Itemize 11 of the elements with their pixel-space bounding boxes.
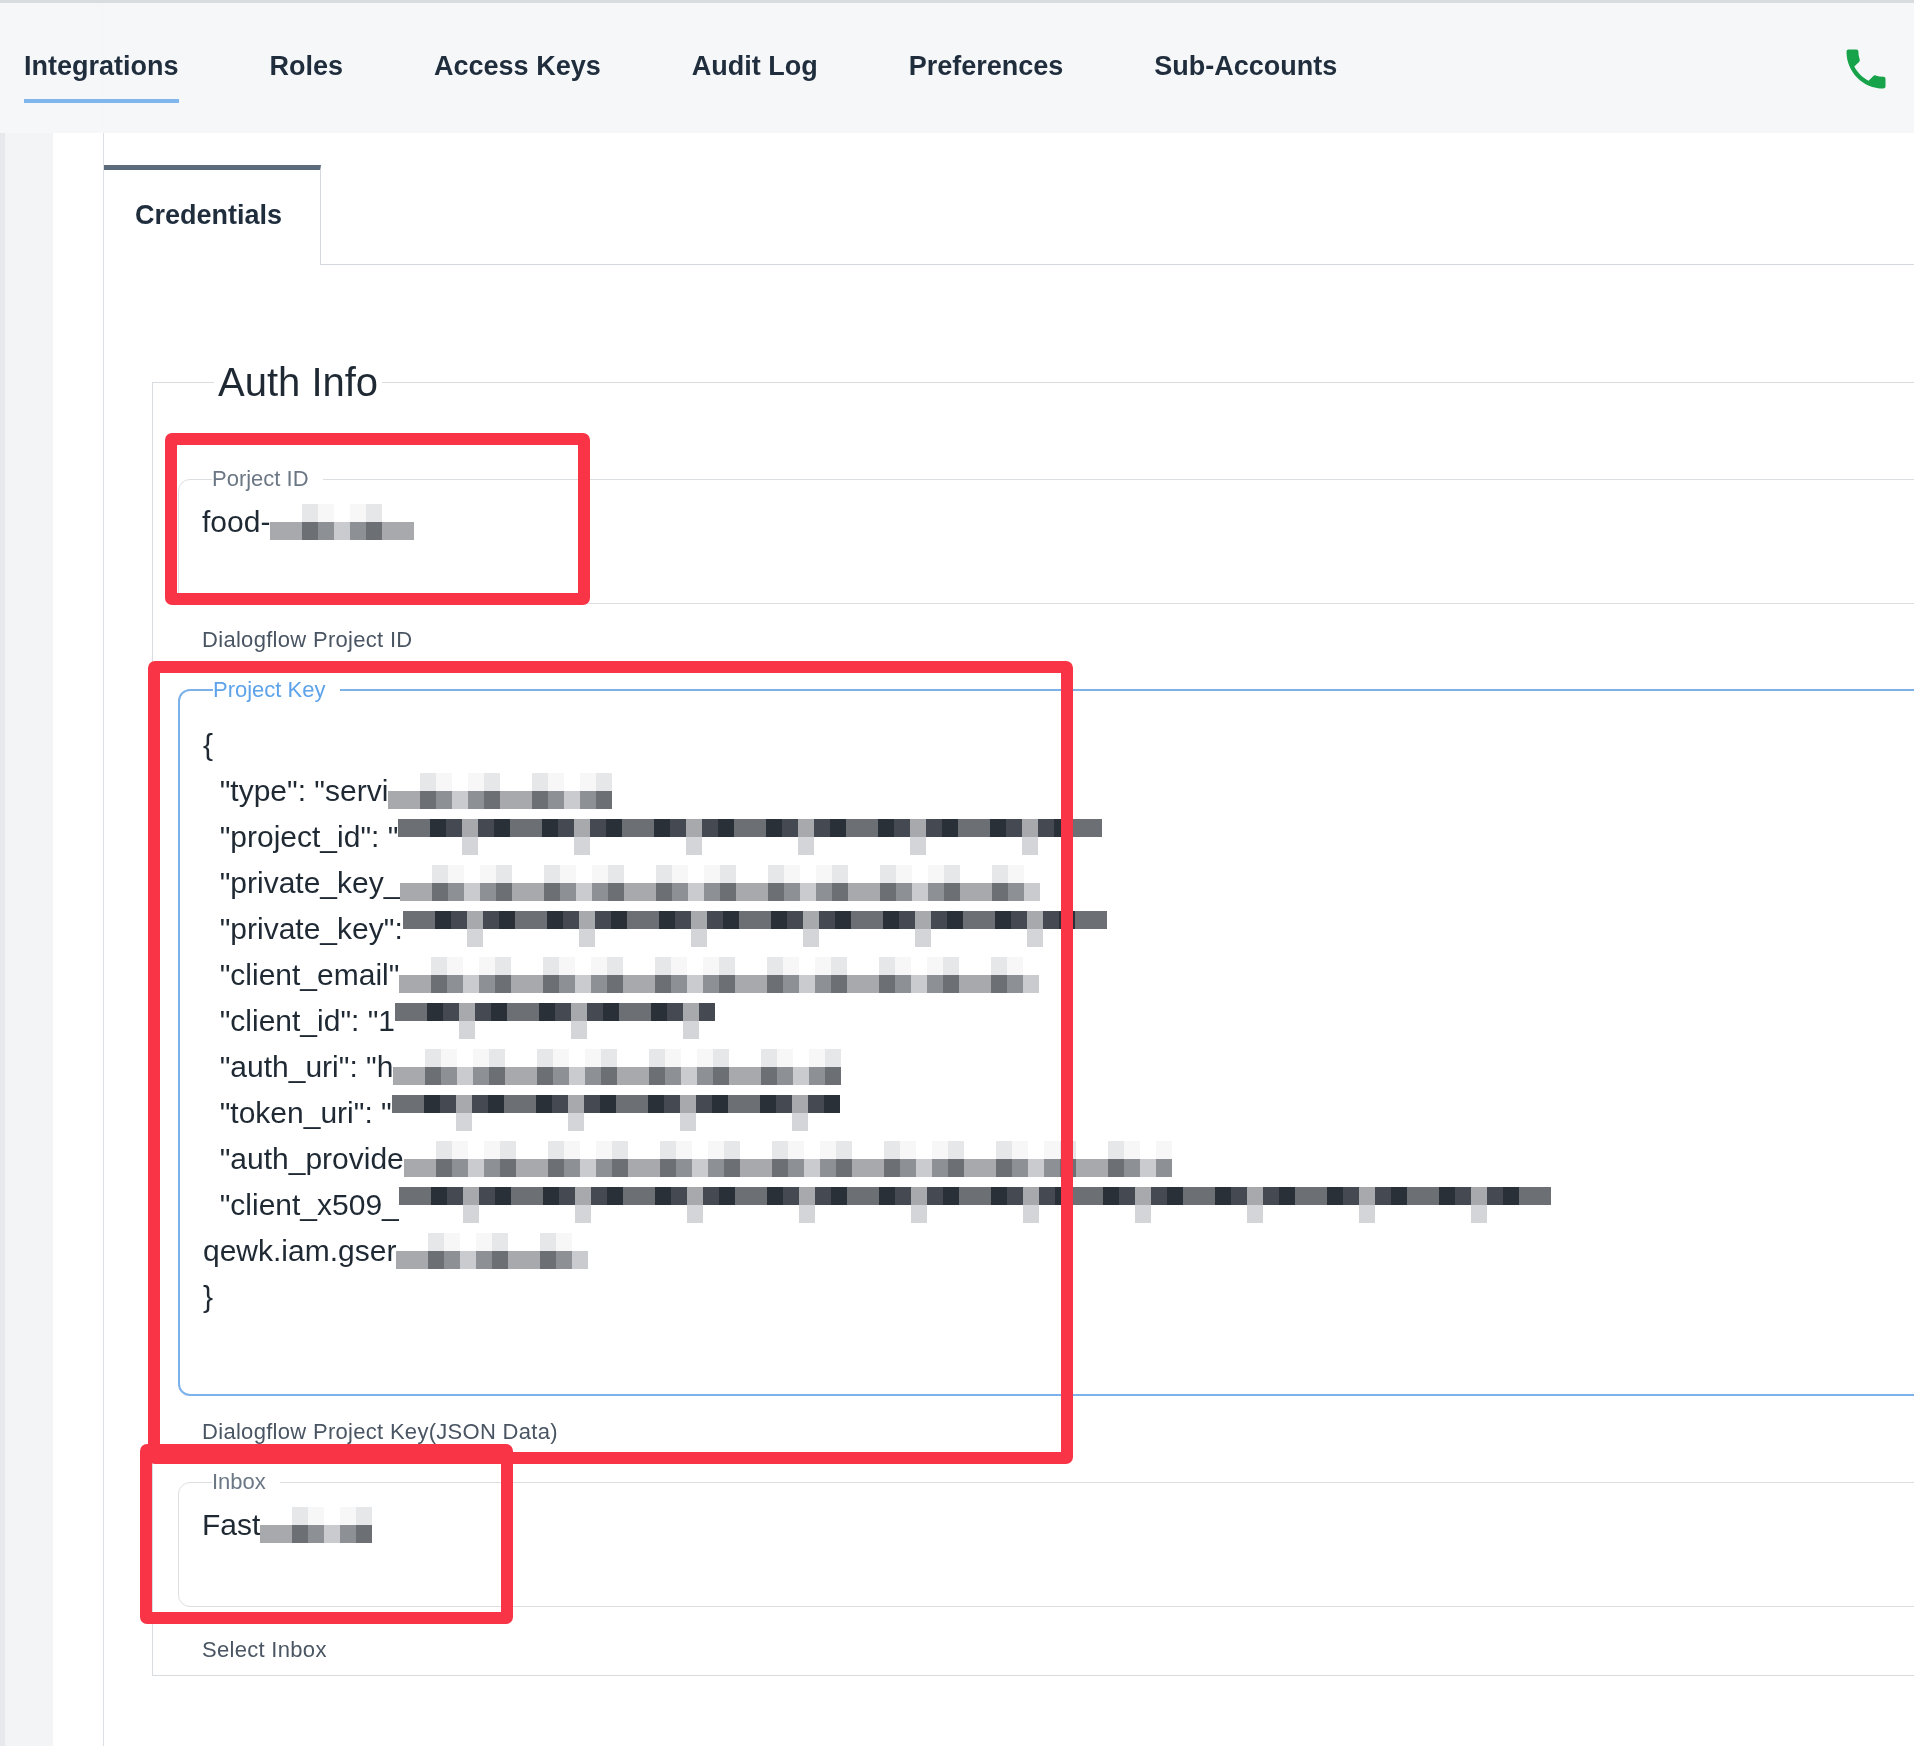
nav-tab[interactable]: Sub-Accounts [1154,51,1338,103]
nav-tab[interactable]: Preferences [908,51,1064,103]
field-hint: Select Inbox [201,1636,328,1664]
nav-tab[interactable]: Access Keys [434,51,601,103]
nav-tab[interactable]: Roles [269,51,344,103]
nav-tab[interactable]: Audit Log [691,51,818,103]
credentials-tab[interactable]: Credentials [104,165,321,265]
field-hint: Dialogflow Project Key(JSON Data) [201,1418,559,1446]
nav-tab[interactable]: Integrations [24,51,179,103]
section-title: Auth Info [217,360,380,405]
field-hint: Dialogflow Project ID [201,626,414,654]
